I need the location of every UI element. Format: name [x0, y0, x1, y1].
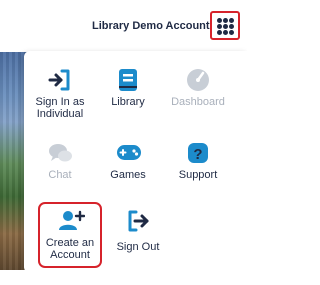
menu-caret: [217, 44, 231, 51]
menu-item-label: Sign In as Individual: [35, 96, 85, 120]
menu-item-games[interactable]: Games: [98, 134, 158, 198]
menu-item-support[interactable]: ? Support: [168, 134, 228, 198]
menu-item-label: Sign Out: [116, 241, 160, 253]
menu-item-chat[interactable]: Chat: [30, 134, 90, 198]
menu-item-label: Support: [178, 169, 218, 181]
sign-in-icon: [47, 67, 73, 93]
menu-item-label: Library: [111, 96, 145, 108]
menu-item-label: Create an Account: [45, 237, 95, 261]
menu-item-library[interactable]: Library: [98, 61, 158, 125]
page-background: [0, 270, 247, 285]
question-icon: ?: [185, 140, 211, 166]
menu-item-sign-out[interactable]: Sign Out: [108, 202, 168, 266]
app-root: Library Demo Account Sign In as Individu…: [0, 0, 247, 285]
sign-out-icon: [125, 208, 151, 234]
chat-bubbles-icon: [47, 140, 73, 166]
book-icon: [115, 67, 141, 93]
apps-menu-button[interactable]: [210, 11, 240, 40]
menu-item-create-account[interactable]: Create an Account: [38, 202, 102, 268]
menu-item-label: Dashboard: [171, 96, 225, 108]
gamepad-icon: [115, 140, 141, 166]
svg-text:?: ?: [193, 146, 202, 163]
menu-item-label: Games: [110, 169, 146, 181]
menu-item-label: Chat: [48, 169, 72, 181]
apps-menu-panel: Sign In as Individual Library Dashboard …: [24, 51, 247, 273]
menu-item-dashboard[interactable]: Dashboard: [168, 61, 228, 125]
menu-item-sign-in-individual[interactable]: Sign In as Individual: [30, 61, 90, 125]
add-user-icon: [57, 208, 86, 234]
gauge-icon: [185, 67, 211, 93]
account-name: Library Demo Account: [92, 20, 210, 32]
